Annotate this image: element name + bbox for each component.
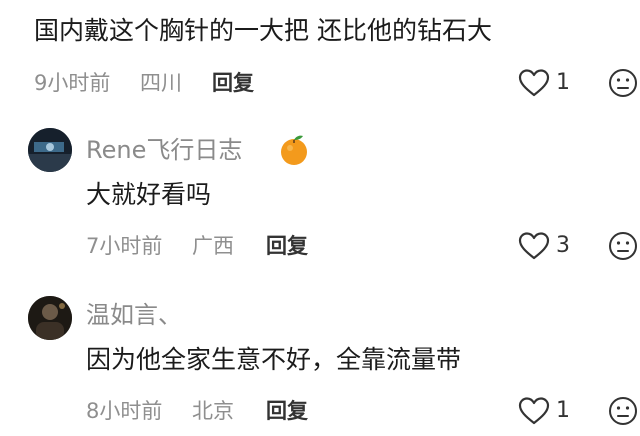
like-count: 1 bbox=[556, 398, 570, 423]
like-count: 3 bbox=[556, 233, 570, 258]
reply-button[interactable]: 回复 bbox=[266, 398, 308, 424]
comment-text: 国内戴这个胸针的一大把 还比他的钻石大 bbox=[34, 16, 492, 45]
orange-fruit-icon bbox=[278, 134, 310, 166]
comment-location: 广西 bbox=[192, 234, 234, 258]
comment-time: 9小时前 bbox=[34, 71, 111, 95]
heart-outline-icon[interactable] bbox=[518, 231, 550, 261]
reply-button[interactable]: 回复 bbox=[266, 233, 308, 259]
comment-text: 大就好看吗 bbox=[86, 180, 212, 209]
avatar[interactable] bbox=[28, 128, 72, 172]
neutral-face-icon[interactable] bbox=[608, 231, 638, 261]
comment-time: 7小时前 bbox=[86, 234, 163, 258]
heart-outline-icon[interactable] bbox=[518, 68, 550, 98]
username[interactable]: Rene飞行日志 bbox=[86, 135, 242, 165]
username[interactable]: 温如言、 bbox=[86, 300, 182, 330]
comment-text: 因为他全家生意不好，全靠流量带 bbox=[86, 345, 462, 374]
like-count: 1 bbox=[556, 70, 570, 95]
comment-location: 北京 bbox=[192, 399, 234, 423]
comment-location: 四川 bbox=[140, 71, 182, 95]
avatar[interactable] bbox=[28, 296, 72, 340]
neutral-face-icon[interactable] bbox=[608, 396, 638, 426]
reply-button[interactable]: 回复 bbox=[212, 70, 254, 96]
neutral-face-icon[interactable] bbox=[608, 68, 638, 98]
heart-outline-icon[interactable] bbox=[518, 396, 550, 426]
comment-time: 8小时前 bbox=[86, 399, 163, 423]
